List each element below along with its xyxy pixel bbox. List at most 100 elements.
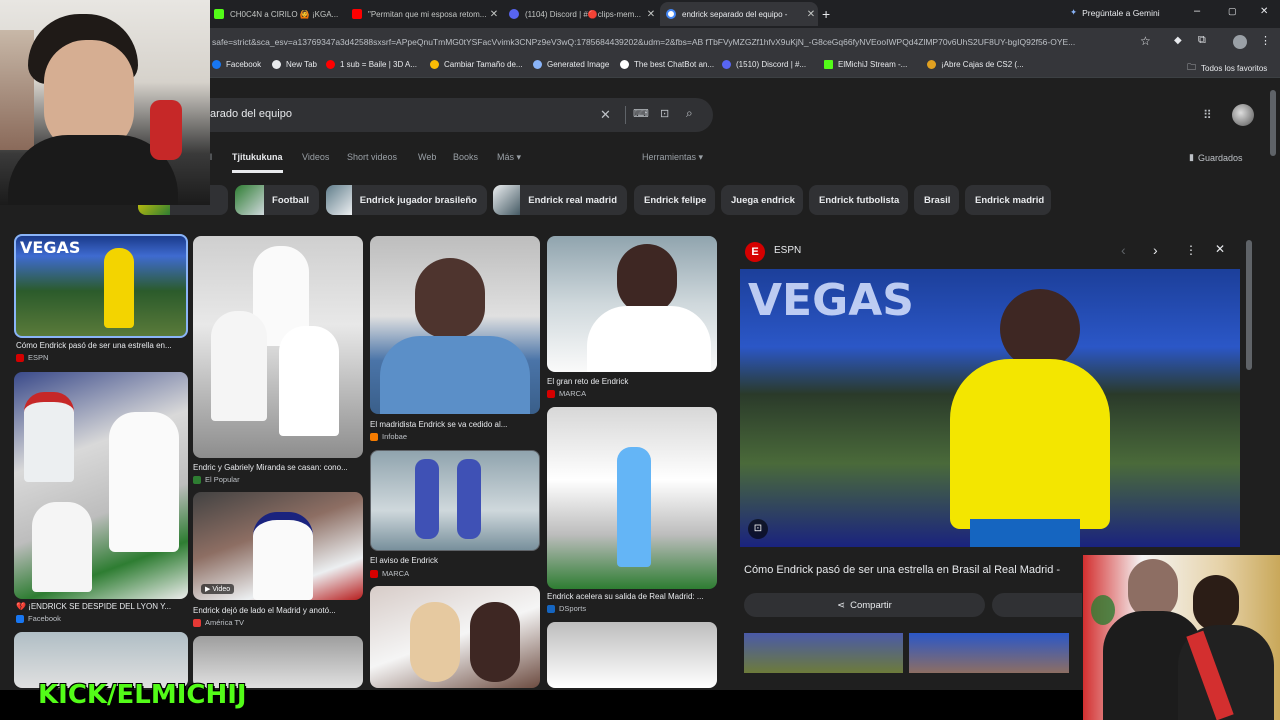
person-figure	[470, 602, 520, 682]
player-jersey	[950, 359, 1110, 529]
bookmark-item[interactable]: (1510) Discord | #...	[722, 60, 806, 69]
bookmark-item[interactable]: 1 sub = Baile | 3D A...	[326, 60, 417, 69]
related-image[interactable]	[909, 633, 1069, 673]
new-tab-bookmark-icon	[272, 60, 281, 69]
apps-grid-icon[interactable]: ⠿	[1203, 108, 1212, 122]
case-icon	[927, 60, 936, 69]
page-scrollbar[interactable]	[1270, 90, 1276, 156]
tab-short-videos[interactable]: Short videos	[347, 152, 397, 162]
all-bookmarks[interactable]: 🗀 Todos los favoritos	[1187, 60, 1267, 76]
tab-discord[interactable]: (1104) Discord | #🔴clips-mem... ✕	[503, 2, 658, 26]
bookmark-item[interactable]: Facebook	[212, 60, 261, 69]
close-tab-icon[interactable]: ✕	[804, 9, 818, 20]
keyboard-icon[interactable]: ⌨	[633, 107, 649, 120]
bookmark-item[interactable]: Generated Image	[533, 60, 609, 69]
result-image-marca[interactable]	[370, 450, 540, 551]
panel-scrollbar[interactable]	[1246, 240, 1252, 370]
result-image-reto[interactable]	[547, 236, 717, 372]
tab-images[interactable]: Tjitukukuna	[232, 152, 283, 173]
result-caption[interactable]: Endric y Gabriely Miranda se casan: cono…	[193, 463, 363, 472]
tools-dropdown[interactable]: Herramientas ▾	[642, 152, 703, 163]
chip-thumb	[493, 185, 521, 215]
result-caption[interactable]: Cómo Endrick pasó de ser una estrella en…	[16, 341, 186, 350]
result-image-couple[interactable]	[370, 586, 540, 688]
chip-football[interactable]: Football	[235, 185, 319, 215]
search-input[interactable]: arado del equipo	[210, 108, 292, 120]
chip-endrick-madrid[interactable]: Endrick madrid	[965, 185, 1051, 215]
result-caption[interactable]: El aviso de Endrick	[370, 556, 540, 565]
search-icon[interactable]: ⌕	[686, 106, 693, 121]
tab-books[interactable]: Books	[453, 152, 478, 162]
next-arrow-icon[interactable]: ›	[1153, 242, 1158, 258]
result-source: MARCA	[370, 569, 409, 578]
close-tab-icon[interactable]: ✕	[644, 9, 658, 20]
more-options-icon[interactable]: ⋮	[1185, 243, 1197, 257]
close-window-icon[interactable]: ✕	[1260, 6, 1268, 17]
bookmark-item[interactable]: New Tab	[272, 60, 317, 69]
prev-arrow-icon[interactable]: ‹	[1121, 242, 1126, 258]
result-caption[interactable]: Endrick acelera su salida de Real Madrid…	[547, 592, 717, 601]
gemini-button[interactable]: ✦ Pregúntale a Gemini	[1070, 7, 1160, 18]
result-image-infobae[interactable]	[370, 236, 540, 414]
panel-source[interactable]: ESPN	[774, 245, 801, 256]
minimize-icon[interactable]: –	[1194, 5, 1200, 17]
chip-endrick-brasileno[interactable]: Endrick jugador brasileño	[326, 185, 487, 215]
result-caption[interactable]: Endrick dejó de lado el Madrid y anotó..…	[193, 606, 363, 615]
webcam-overlay	[0, 0, 210, 205]
tab-kick[interactable]: CH0C4N a CIRILO 🙆 ¡KGA...	[208, 2, 346, 26]
clear-search-icon[interactable]: ✕	[600, 107, 611, 123]
chip-juega-endrick[interactable]: Juega endrick	[721, 185, 803, 215]
related-image[interactable]	[744, 633, 903, 673]
chip-endrick-real-madrid[interactable]: Endrick real madrid	[493, 185, 627, 215]
extension-icon[interactable]: ◆	[1174, 35, 1182, 46]
facebook-icon	[212, 60, 221, 69]
bookmark-item[interactable]: Cambiar Tamaño de...	[430, 60, 523, 69]
new-tab-icon[interactable]: +	[822, 6, 830, 22]
bookmark-item[interactable]: ElMichiJ Stream -...	[824, 60, 907, 69]
result-caption[interactable]: El madridista Endrick se va cedido al...	[370, 420, 540, 429]
bookmark-star-icon[interactable]: ☆	[1140, 34, 1151, 48]
close-tab-icon[interactable]: ✕	[487, 9, 501, 20]
player-figure	[109, 412, 179, 552]
puzzle-icon[interactable]: ⧉	[1198, 34, 1206, 47]
account-avatar[interactable]	[1232, 104, 1254, 126]
result-image[interactable]	[547, 622, 717, 688]
bookmark-item[interactable]: ¡Abre Cajas de CS2 (...	[927, 60, 1024, 69]
saved-button[interactable]: ▮ Guardados	[1189, 152, 1242, 163]
lens-search-icon[interactable]: ⊡	[748, 519, 768, 539]
search-box[interactable]: arado del equipo ✕ ⌨ ⊡ ⌕	[180, 98, 713, 132]
chip-endrick-felipe[interactable]: Endrick felipe	[634, 185, 715, 215]
chip-brasil[interactable]: Brasil	[914, 185, 959, 215]
share-button[interactable]: ⋖ Compartir	[744, 593, 985, 617]
player-figure	[32, 502, 92, 592]
result-image-video[interactable]: ▶ Video	[193, 492, 363, 600]
close-panel-icon[interactable]: ✕	[1215, 242, 1225, 256]
result-source: MARCA	[547, 389, 586, 398]
tab-google-search[interactable]: endrick separado del equipo - ✕	[660, 2, 818, 26]
visit-button[interactable]	[992, 593, 1082, 617]
discord-favicon-icon	[509, 9, 519, 19]
lens-icon[interactable]: ⊡	[660, 107, 669, 120]
tab-videos[interactable]: Videos	[302, 152, 329, 162]
result-caption[interactable]: 💔 ¡ENDRICK SE DESPIDE DEL LYON Y...	[16, 602, 186, 611]
result-caption[interactable]: El gran reto de Endrick	[547, 377, 717, 386]
maximize-icon[interactable]: ▢	[1228, 6, 1237, 17]
panel-title[interactable]: Cómo Endrick pasó de ser una estrella en…	[744, 564, 1084, 576]
bookmark-item[interactable]: The best ChatBot an...	[620, 60, 714, 69]
result-image-wedding[interactable]	[193, 236, 363, 458]
preview-image[interactable]: VEGAS ⊡	[740, 269, 1240, 547]
menu-dots-icon[interactable]: ⋮	[1260, 34, 1271, 47]
result-image-dsports[interactable]	[547, 407, 717, 589]
result-image-lyon[interactable]	[14, 372, 188, 599]
google-favicon-icon	[666, 9, 676, 19]
america-tv-icon	[193, 618, 201, 627]
chip-thumb	[235, 185, 265, 215]
tab-youtube[interactable]: "Permitan que mi esposa retom... ✕	[346, 2, 501, 26]
folder-icon: 🗀	[1187, 62, 1197, 72]
chip-endrick-futbolista[interactable]: Endrick futbolista	[809, 185, 908, 215]
url-bar[interactable]: safe=strict&sca_esv=a13769347a3d42588sxs…	[212, 32, 1162, 52]
profile-avatar[interactable]	[1233, 35, 1247, 49]
result-image-espn[interactable]: VEGAS	[14, 234, 188, 338]
tab-web[interactable]: Web	[418, 152, 436, 162]
tab-more[interactable]: Más ▾	[497, 152, 521, 163]
